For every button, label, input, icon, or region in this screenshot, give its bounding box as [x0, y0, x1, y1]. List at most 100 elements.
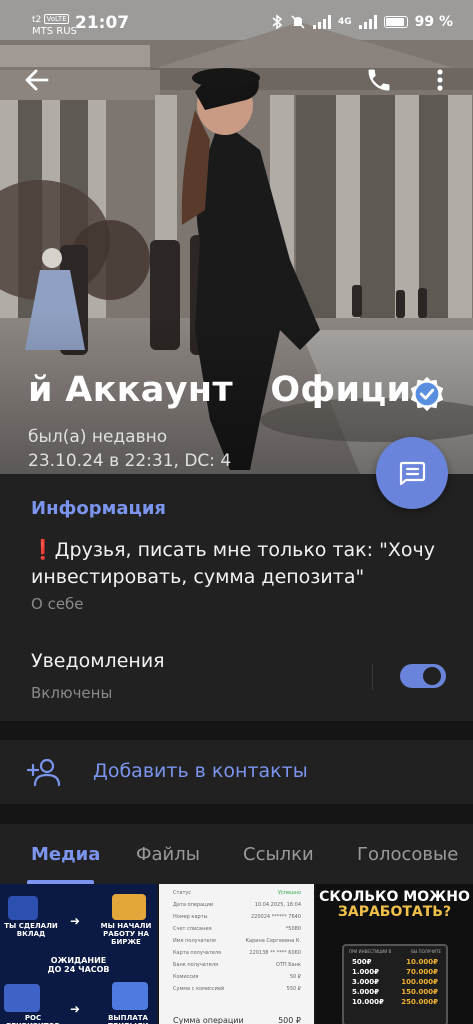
toggle-knob — [420, 664, 444, 688]
earnings-from: 500₽ — [352, 958, 372, 966]
earnings-row: 10.000₽ 250.000₽ — [344, 997, 446, 1007]
receipt-value: ОТП Банк — [275, 962, 301, 968]
divider — [372, 664, 373, 690]
phone-icon — [368, 69, 390, 91]
exclamation-icon: ❗ — [31, 539, 55, 561]
receipt-row: Номер карты 220024 ****** 7640 — [173, 914, 301, 920]
add-contact-label[interactable]: Добавить в контакты — [93, 760, 308, 782]
tab-media[interactable]: Медиа — [31, 844, 100, 865]
tab-links[interactable]: Ссылки — [243, 844, 314, 865]
earnings-col-left: ПРИ ИНВЕСТИЦИИ В — [349, 949, 392, 954]
receipt-total-label: Сумма операции — [173, 1016, 244, 1024]
bio-text[interactable]: ❗Друзья, писать мне только так: "Хочу ин… — [31, 537, 451, 591]
notifications-state: Включены — [31, 684, 113, 702]
earnings-board-header: ПРИ ИНВЕСТИЦИИ В ВЫ ПОЛУЧИТЕ — [344, 946, 446, 957]
info-section: Информация ❗Друзья, писать мне только та… — [0, 474, 473, 721]
bluetooth-icon — [272, 14, 283, 30]
earnings-row: 3.000₽ 100.000₽ — [344, 977, 446, 987]
earnings-from: 3.000₽ — [352, 978, 380, 986]
media3-headline-2: ЗАРАБОТАТЬ? — [337, 904, 452, 920]
add-contact-row[interactable]: Добавить в контакты — [0, 740, 473, 804]
last-seen-line-1: был(а) недавно — [28, 427, 168, 447]
last-seen: был(а) недавно 23.10.24 в 22:31, DC: 4 — [28, 425, 231, 473]
receipt-value: 550 ₽ — [286, 986, 301, 992]
media1-step3: РОС РЕКВИЗИТОВ ДЛЯ ВЫПЛАТЫ — [6, 1014, 60, 1024]
receipt-row: Карта получателя 220138 ** **** 6060 — [173, 950, 301, 956]
notifications-label[interactable]: Уведомления — [31, 650, 165, 672]
tab-voice[interactable]: Голосовые — [357, 844, 458, 865]
clock: 21:07 — [75, 13, 130, 33]
media-item[interactable]: ТЫ СДЕЛАЛИ ВКЛАД ➜ МЫ НАЧАЛИ РАБОТУ НА Б… — [0, 884, 157, 1024]
media1-wait-2: ДО 24 ЧАСОВ — [47, 965, 110, 974]
receipt-value: Карина Сергеевна К. — [245, 938, 302, 944]
section-divider-2 — [0, 804, 473, 824]
call-button[interactable] — [365, 66, 393, 94]
more-menu-button[interactable] — [428, 66, 452, 94]
receipt-key: Сумма с комиссией — [173, 986, 225, 992]
earnings-to: 250.000₽ — [401, 998, 438, 1006]
signal-icon-2 — [358, 15, 377, 29]
send-message-button[interactable] — [376, 437, 448, 509]
media1-step4: ВЫПЛАТА ПРИБЫЛИ — [107, 1014, 148, 1024]
arrow-left-icon — [25, 69, 49, 91]
receipt-value: 10.04.2025, 18:04 — [254, 902, 301, 908]
section-divider — [0, 721, 473, 740]
earnings-from: 10.000₽ — [352, 998, 384, 1006]
receipt-key: Банк получателя — [173, 962, 219, 968]
receipt-key: Номер карты — [173, 914, 208, 920]
bio-label: О себе — [31, 595, 84, 613]
receipt-total: Сумма операции 500 ₽ — [173, 1016, 301, 1024]
signal-icon — [312, 15, 331, 29]
media3-headline: СКОЛЬКО МОЖНО ЗАРАБОТАТЬ? — [316, 890, 473, 920]
receipt-row: Имя получателя Карина Сергеевна К. — [173, 938, 301, 944]
receipt-row: Сумма с комиссией 550 ₽ — [173, 986, 301, 992]
media1-step2: МЫ НАЧАЛИ РАБОТУ НА БИРЖЕ — [100, 922, 152, 946]
receipt-key: Карта получателя — [173, 950, 222, 956]
earnings-to: 10.000₽ — [406, 958, 438, 966]
earnings-row: 500₽ 10.000₽ — [344, 957, 446, 967]
volte-badge: VoLTE — [44, 14, 69, 24]
receipt-total-value: 500 ₽ — [278, 1016, 301, 1024]
info-title: Информация — [31, 498, 166, 519]
back-button[interactable] — [22, 65, 52, 95]
network-type: 4G — [337, 17, 352, 27]
bio-content: Друзья, писать мне только так: "Хочу инв… — [31, 539, 435, 588]
media-item[interactable]: Статус Успешно Дата операции 10.04.2025, 18… — [159, 884, 314, 1024]
carrier-name: MTS RUS — [32, 26, 77, 37]
tab-files[interactable]: Файлы — [136, 844, 200, 865]
add-person-icon — [27, 758, 61, 787]
receipt-key: Счет списания — [173, 926, 212, 932]
receipt-key: Дата операции — [173, 902, 214, 908]
receipt-key: Комиссия — [173, 974, 199, 980]
media3-headline-1: СКОЛЬКО МОЖНО — [319, 889, 470, 905]
receipt-value: *5080 — [285, 926, 301, 932]
media-tabs: Медиа Файлы Ссылки Голосовые — [0, 824, 473, 884]
earnings-board: ПРИ ИНВЕСТИЦИИ В ВЫ ПОЛУЧИТЕ 500₽ 10.000₽… — [342, 944, 448, 1024]
verified-badge-icon — [410, 376, 444, 412]
battery-icon — [383, 16, 408, 28]
last-seen-line-2: 23.10.24 в 22:31, DC: 4 — [28, 451, 232, 471]
more-vertical-icon — [437, 69, 443, 91]
receipt-value: 220024 ****** 7640 — [251, 914, 301, 920]
battery-percent: 99 % — [414, 14, 453, 30]
receipt-value: 50 ₽ — [289, 974, 301, 980]
arrow-right-icon: ➜ — [70, 914, 81, 928]
receipt-row: Дата операции 10.04.2025, 18:04 — [173, 902, 301, 908]
signal-label: t2 — [32, 15, 42, 25]
receipt-row: Банк получателя ОТП Банк — [173, 962, 301, 968]
receipt-row: Комиссия 50 ₽ — [173, 974, 301, 980]
receipt-value: Успешно — [277, 890, 301, 896]
system-icons: 4G 99 % — [271, 14, 453, 30]
earnings-from: 1.000₽ — [352, 968, 380, 976]
receipt-row: Статус Успешно — [173, 890, 301, 896]
profile-name: й Аккаунт Офици — [28, 370, 412, 410]
notifications-toggle[interactable] — [400, 664, 446, 688]
media1-wait: ОЖИДАНИЕ ДО 24 ЧАСОВ — [10, 956, 147, 974]
earnings-to: 150.000₽ — [401, 988, 438, 996]
media-item[interactable]: СКОЛЬКО МОЖНО ЗАРАБОТАТЬ? ПРИ ИНВЕСТИЦИИ… — [316, 884, 473, 1024]
message-icon — [399, 461, 426, 486]
earnings-to: 70.000₽ — [406, 968, 438, 976]
mute-bell-icon — [291, 15, 305, 29]
receipt-key: Имя получателя — [173, 938, 216, 944]
earnings-row: 5.000₽ 150.000₽ — [344, 987, 446, 997]
